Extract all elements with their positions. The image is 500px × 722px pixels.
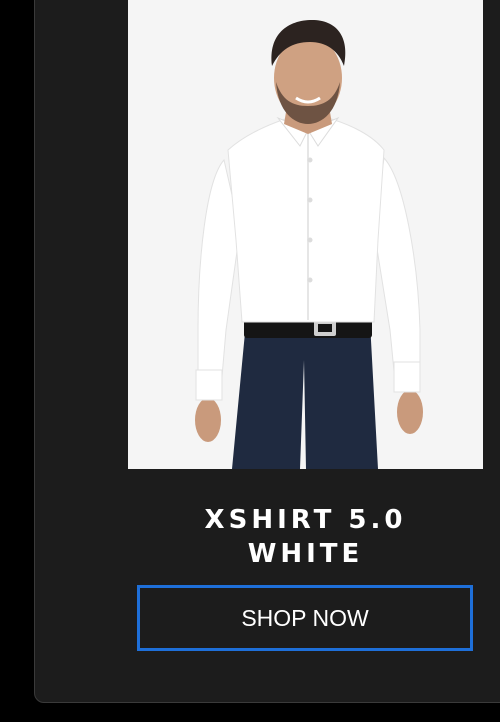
model-illustration — [128, 0, 483, 469]
page: XSHIRT 5.0 WHITE SHOP NOW — [0, 0, 500, 722]
product-title-line1: XSHIRT 5.0 — [204, 505, 407, 535]
product-title[interactable]: XSHIRT 5.0 WHITE — [128, 503, 483, 571]
product-image[interactable] — [128, 0, 483, 469]
shop-now-button[interactable]: SHOP NOW — [137, 585, 473, 651]
product-title-line2: WHITE — [247, 539, 364, 569]
